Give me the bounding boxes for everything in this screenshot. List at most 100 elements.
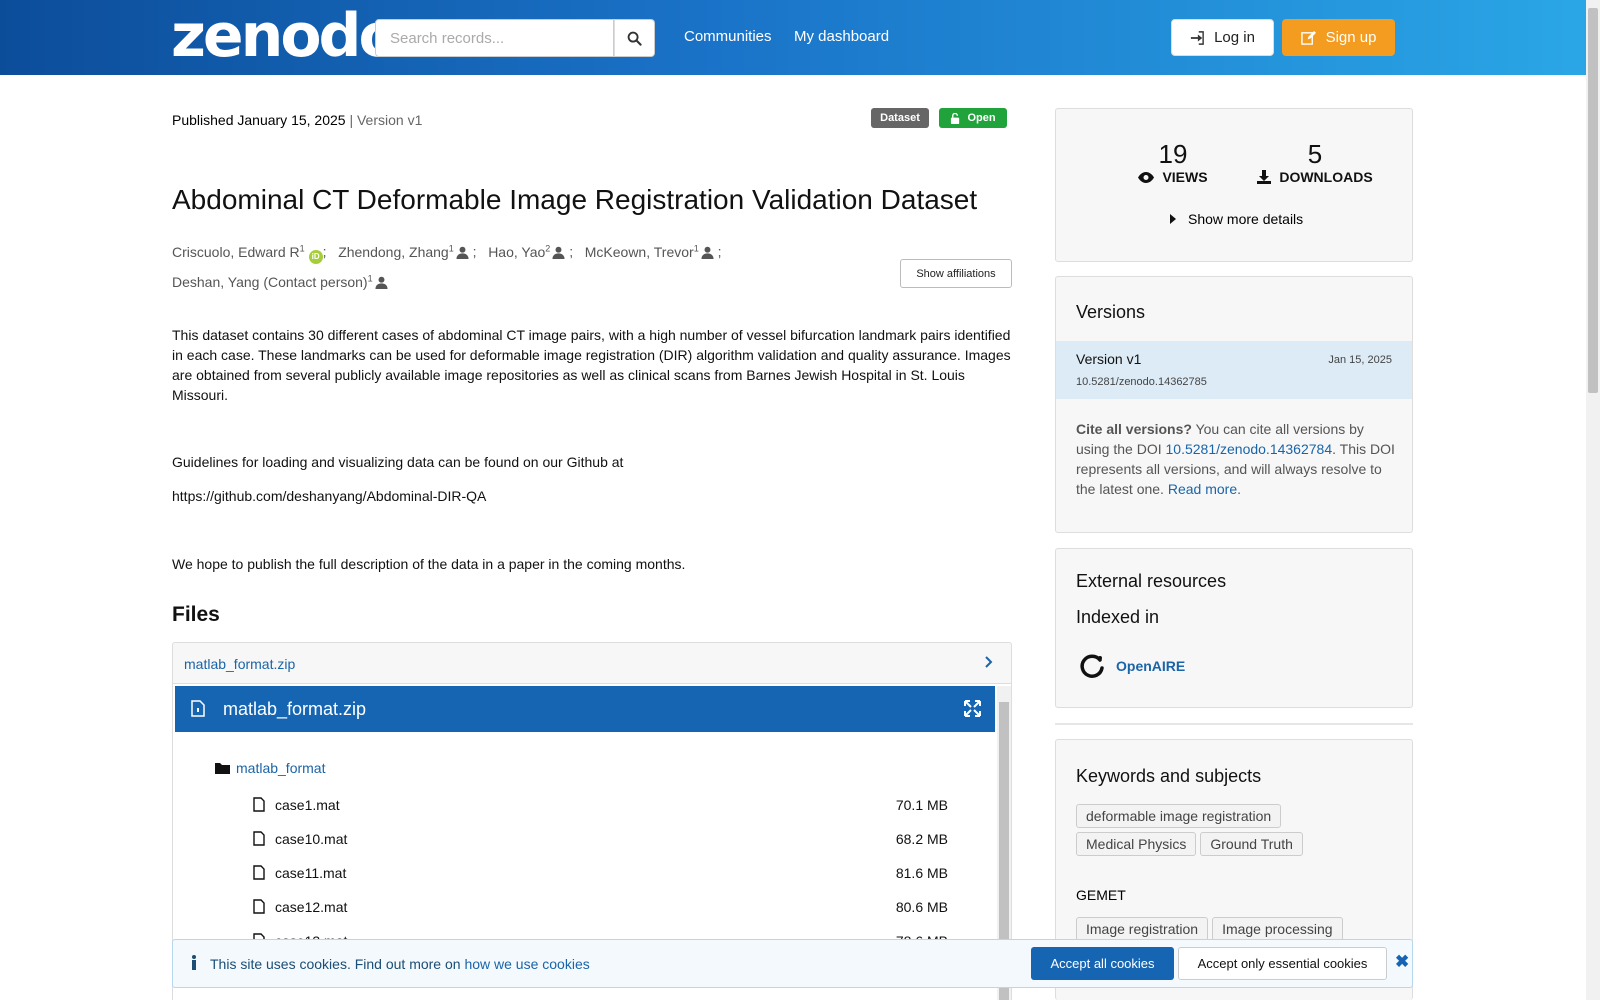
downloads-count: 5 xyxy=(1307,139,1323,169)
views-label: VIEWS xyxy=(1162,169,1208,185)
creator[interactable]: Zhendong, Zhang1 xyxy=(338,243,469,260)
file-row[interactable]: case1.mat 70.1 MB xyxy=(253,796,973,816)
creator[interactable]: Hao, Yao2 xyxy=(488,243,565,260)
show-affiliations-button[interactable]: Show affiliations xyxy=(900,259,1012,288)
login-button[interactable]: Log in xyxy=(1171,19,1274,56)
access-badge: Open xyxy=(939,108,1007,128)
views-stat: 19 VIEWS xyxy=(1118,139,1228,185)
scrollbar-thumb[interactable] xyxy=(1588,8,1598,393)
search-icon xyxy=(627,31,642,46)
top-header: zenodo Communities My dashboard Log in S… xyxy=(0,0,1586,75)
external-resources-card: External resources Indexed in OpenAIRE xyxy=(1055,548,1413,708)
version-label: | Version v1 xyxy=(349,112,423,128)
file-link[interactable]: matlab_format.zip xyxy=(184,656,295,672)
page-scrollbar[interactable] xyxy=(1586,0,1600,1000)
person-icon xyxy=(701,246,714,259)
file-icon xyxy=(253,865,265,880)
openaire-resource[interactable]: OpenAIRE xyxy=(1078,652,1185,680)
versions-heading: Versions xyxy=(1076,302,1146,322)
file-name: case1.mat xyxy=(275,797,340,813)
info-icon xyxy=(192,955,196,970)
cookie-banner: This site uses cookies. Find out more on… xyxy=(172,939,1413,988)
edit-icon xyxy=(1300,30,1316,45)
person-icon xyxy=(375,277,388,290)
zenodo-logo[interactable]: zenodo xyxy=(171,6,400,66)
nav-my-dashboard[interactable]: My dashboard xyxy=(794,28,889,45)
version-name[interactable]: Version v1 xyxy=(1076,351,1141,367)
nav-communities[interactable]: Communities xyxy=(684,28,772,45)
preview-title: matlab_format.zip xyxy=(223,699,367,719)
version-item[interactable]: Version v1 Jan 15, 2025 10.5281/zenodo.1… xyxy=(1056,341,1412,399)
eye-icon xyxy=(1138,171,1155,183)
published-date: Published January 15, 2025 xyxy=(172,112,346,128)
signup-label: Sign up xyxy=(1325,29,1377,46)
creators-list: Criscuolo, Edward R1iD; Zhendong, Zhang1… xyxy=(172,243,722,291)
file-icon xyxy=(253,899,265,914)
preview-header: matlab_format.zip xyxy=(175,686,995,732)
views-count: 19 xyxy=(1158,139,1188,169)
show-more-details[interactable]: Show more details xyxy=(1170,211,1303,227)
cookie-message: This site uses cookies. Find out more on… xyxy=(210,956,590,972)
section-divider xyxy=(1055,723,1413,725)
caret-right-icon xyxy=(1170,214,1176,224)
creator[interactable]: Criscuolo, Edward R1iD xyxy=(172,243,323,264)
versions-card: Versions Version v1 Jan 15, 2025 10.5281… xyxy=(1055,276,1413,533)
file-icon xyxy=(253,831,265,846)
downloads-label: DOWNLOADS xyxy=(1279,169,1373,185)
file-row[interactable]: case11.mat 81.6 MB xyxy=(253,864,973,884)
cite-all-versions: Cite all versions? You can cite all vers… xyxy=(1076,421,1395,497)
downloads-stat: 5 DOWNLOADS xyxy=(1250,139,1380,185)
chevron-right-icon[interactable] xyxy=(983,656,993,668)
keywords-heading: Keywords and subjects xyxy=(1076,766,1262,786)
file-archive-icon xyxy=(191,700,205,717)
signup-button[interactable]: Sign up xyxy=(1282,19,1395,56)
publication-meta: Published January 15, 2025 | Version v1 xyxy=(172,112,422,128)
keyword-tag[interactable]: deformable image registration xyxy=(1076,804,1282,828)
file-name: case10.mat xyxy=(275,831,348,847)
search-input[interactable] xyxy=(375,19,615,57)
creator[interactable]: Deshan, Yang (Contact person)1 xyxy=(172,274,388,290)
subject-tag[interactable]: Image processing xyxy=(1212,917,1343,941)
concept-doi-link[interactable]: 10.5281/zenodo.14362784 xyxy=(1166,441,1333,457)
file-row[interactable]: case12.mat 80.6 MB xyxy=(253,898,973,918)
keyword-tag[interactable]: Ground Truth xyxy=(1200,832,1303,856)
expand-icon[interactable] xyxy=(964,700,981,717)
cookie-policy-link[interactable]: how we use cookies xyxy=(464,956,589,972)
indexed-in-heading: Indexed in xyxy=(1076,607,1160,627)
search-button[interactable] xyxy=(614,19,655,57)
description-paragraph: This dataset contains 30 different cases… xyxy=(172,327,1011,403)
accept-essential-cookies-button[interactable]: Accept only essential cookies xyxy=(1178,947,1387,980)
person-icon xyxy=(456,246,469,259)
file-size: 81.6 MB xyxy=(895,865,948,881)
keyword-tags: deformable image registration Medical Ph… xyxy=(1076,804,1396,860)
record-title: Abdominal CT Deformable Image Registrati… xyxy=(172,184,978,215)
orcid-icon[interactable]: iD xyxy=(308,249,323,264)
folder-item[interactable]: matlab_format xyxy=(215,760,325,776)
accept-all-cookies-button[interactable]: Accept all cookies xyxy=(1031,947,1174,980)
file-size: 68.2 MB xyxy=(895,831,948,847)
search-form xyxy=(375,19,655,57)
version-doi: 10.5281/zenodo.14362785 xyxy=(1076,376,1207,388)
description-paragraph: Guidelines for loading and visualizing d… xyxy=(172,454,624,470)
file-row[interactable]: case10.mat 68.2 MB xyxy=(253,830,973,850)
openaire-link[interactable]: OpenAIRE xyxy=(1116,658,1185,674)
read-more-link[interactable]: Read more xyxy=(1168,481,1237,497)
file-size: 80.6 MB xyxy=(895,899,948,915)
person-icon xyxy=(552,246,565,259)
keyword-tag[interactable]: Medical Physics xyxy=(1076,832,1197,856)
external-resources-heading: External resources xyxy=(1076,571,1227,591)
description-paragraph: We hope to publish the full description … xyxy=(172,556,686,572)
access-label: Open xyxy=(967,112,996,124)
download-icon xyxy=(1257,170,1272,184)
file-icon xyxy=(253,797,265,812)
folder-name[interactable]: matlab_format xyxy=(236,760,325,776)
sign-in-icon xyxy=(1190,30,1204,45)
files-heading: Files xyxy=(172,603,220,626)
file-accordion[interactable]: matlab_format.zip xyxy=(172,642,1012,684)
creator[interactable]: McKeown, Trevor1 xyxy=(585,243,714,260)
close-icon[interactable]: ✖ xyxy=(1395,952,1409,972)
subject-tag[interactable]: Image registration xyxy=(1076,917,1209,941)
stats-card: 19 VIEWS 5 DOWNLOADS Show more details xyxy=(1055,108,1413,262)
github-url: https://github.com/deshanyang/Abdominal-… xyxy=(172,488,487,504)
folder-icon xyxy=(215,763,230,774)
